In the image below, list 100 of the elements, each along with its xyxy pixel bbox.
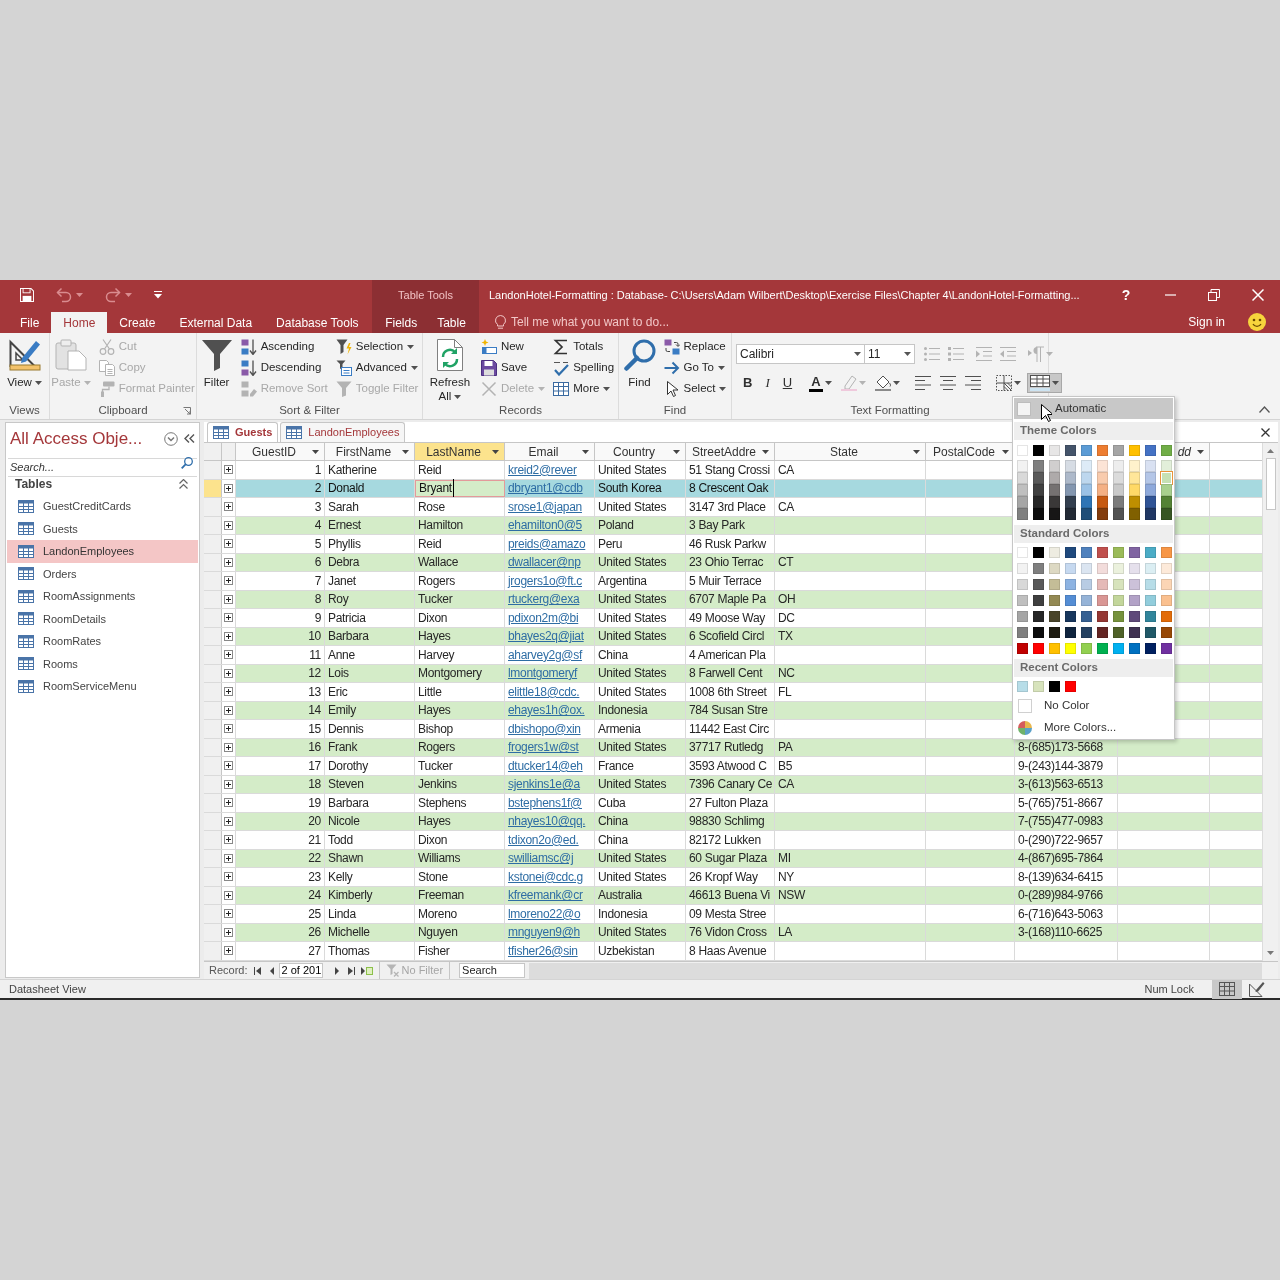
datasheet-view-button[interactable] (1212, 979, 1242, 999)
nav-item[interactable]: RoomAssignments (7, 585, 198, 608)
color-swatch[interactable] (1129, 496, 1140, 508)
document-tab[interactable]: Guests (207, 422, 279, 442)
column-header[interactable]: State (775, 443, 926, 460)
color-swatch[interactable] (1065, 579, 1076, 590)
color-swatch[interactable] (1065, 611, 1076, 622)
email-link[interactable]: tdixon2o@ed. (505, 831, 595, 849)
color-swatch[interactable] (1033, 445, 1044, 456)
color-swatch[interactable] (1049, 627, 1060, 638)
color-swatch[interactable] (1033, 460, 1044, 472)
color-swatch[interactable] (1017, 595, 1028, 606)
expand-icon[interactable] (224, 798, 233, 808)
new-record-icon[interactable] (360, 966, 373, 975)
search-field[interactable]: Search (459, 963, 526, 978)
color-swatch[interactable] (1129, 484, 1140, 496)
nav-item[interactable]: RoomDetails (7, 607, 198, 630)
ribbon-tab[interactable]: Database Tools (264, 312, 371, 333)
color-swatch[interactable] (1017, 508, 1028, 520)
color-swatch[interactable] (1113, 547, 1124, 558)
color-swatch[interactable] (1113, 484, 1124, 496)
arrow-down-icon[interactable] (1267, 951, 1274, 955)
nav-item[interactable]: LandonEmployees (7, 540, 198, 563)
filter-button[interactable]: Filter (198, 336, 235, 402)
color-swatch[interactable] (1017, 579, 1028, 590)
color-swatch[interactable] (1033, 681, 1044, 692)
color-swatch[interactable] (1033, 508, 1044, 520)
color-swatch[interactable] (1145, 508, 1156, 520)
first-record-icon[interactable] (253, 966, 261, 975)
expand-icon[interactable] (224, 557, 233, 567)
email-link[interactable]: lmoreno22@o (505, 905, 595, 923)
color-swatch[interactable] (1049, 460, 1060, 472)
search-icon[interactable] (181, 457, 193, 469)
nav-item[interactable]: Guests (7, 517, 198, 540)
color-swatch[interactable] (1161, 643, 1172, 654)
color-swatch[interactable] (1129, 460, 1140, 472)
email-link[interactable]: lmontgomeryf (505, 664, 595, 682)
color-swatch[interactable] (1065, 595, 1076, 606)
next-record-icon[interactable] (334, 966, 339, 975)
color-swatch[interactable] (1097, 472, 1108, 484)
email-link[interactable]: frogers1w@st (505, 738, 595, 756)
email-link[interactable]: aharvey2g@sf (505, 646, 595, 664)
color-swatch[interactable] (1129, 563, 1140, 574)
color-swatch[interactable] (1145, 563, 1156, 574)
document-tab[interactable]: LandonEmployees (280, 422, 406, 442)
column-header[interactable]: PostalCode (926, 443, 1015, 460)
tell-me-field[interactable]: Tell me what you want to do... (511, 312, 701, 331)
close-icon[interactable] (1261, 427, 1270, 437)
column-header[interactable]: FirstName (325, 443, 415, 460)
color-swatch[interactable] (1081, 611, 1092, 622)
color-swatch[interactable] (1081, 627, 1092, 638)
color-swatch[interactable] (1129, 508, 1140, 520)
help-button[interactable]: ? (1121, 284, 1131, 306)
expand-icon[interactable] (224, 650, 233, 660)
color-swatch[interactable] (1017, 460, 1028, 472)
color-swatch[interactable] (1113, 472, 1124, 484)
color-swatch[interactable] (1081, 563, 1092, 574)
color-swatch[interactable] (1049, 472, 1060, 484)
color-swatch[interactable] (1065, 496, 1076, 508)
expand-icon[interactable] (224, 687, 233, 697)
selection-button[interactable]: Selection (333, 336, 421, 357)
color-swatch[interactable] (1033, 472, 1044, 484)
more-colors-option[interactable]: More Colors... (1014, 717, 1173, 739)
color-swatch[interactable] (1145, 595, 1156, 606)
double-chevron-left-icon[interactable] (184, 434, 195, 443)
color-swatch[interactable] (1065, 460, 1076, 472)
color-swatch[interactable] (1097, 445, 1108, 456)
color-swatch[interactable] (1129, 472, 1140, 484)
color-swatch[interactable] (1097, 460, 1108, 472)
font-color-button[interactable]: A (806, 373, 835, 393)
color-swatch[interactable] (1113, 611, 1124, 622)
color-swatch[interactable] (1113, 595, 1124, 606)
ascending-button[interactable]: Ascending (238, 336, 330, 357)
color-swatch[interactable] (1113, 563, 1124, 574)
color-swatch[interactable] (1145, 547, 1156, 558)
color-swatch[interactable] (1113, 445, 1124, 456)
email-link[interactable]: preids@amazo (505, 535, 595, 553)
color-swatch[interactable] (1145, 627, 1156, 638)
record-number-field[interactable]: 2 of 201 (278, 963, 323, 978)
color-swatch[interactable] (1081, 460, 1092, 472)
email-link[interactable]: bstephens1f@ (505, 794, 595, 812)
select-button[interactable]: Select (661, 378, 729, 399)
color-swatch[interactable] (1081, 547, 1092, 558)
color-swatch[interactable] (1081, 595, 1092, 606)
expand-icon[interactable] (224, 594, 233, 604)
double-chevron-up-icon[interactable] (179, 479, 188, 489)
color-swatch[interactable] (1145, 472, 1156, 484)
refresh-button[interactable]: Refresh All (424, 336, 475, 402)
email-link[interactable]: kfreemank@cr (505, 886, 595, 904)
email-link[interactable]: elittle18@cdc. (505, 683, 595, 701)
last-record-icon[interactable] (347, 966, 355, 975)
italic-button[interactable]: I (760, 373, 775, 393)
color-swatch[interactable] (1097, 496, 1108, 508)
color-swatch[interactable] (1017, 445, 1028, 456)
color-swatch[interactable] (1081, 579, 1092, 590)
email-link[interactable]: dtucker14@eh (505, 757, 595, 775)
color-swatch[interactable] (1113, 627, 1124, 638)
save-icon[interactable] (20, 288, 34, 302)
color-swatch[interactable] (1033, 611, 1044, 622)
search-field[interactable]: Search... (8, 457, 197, 477)
